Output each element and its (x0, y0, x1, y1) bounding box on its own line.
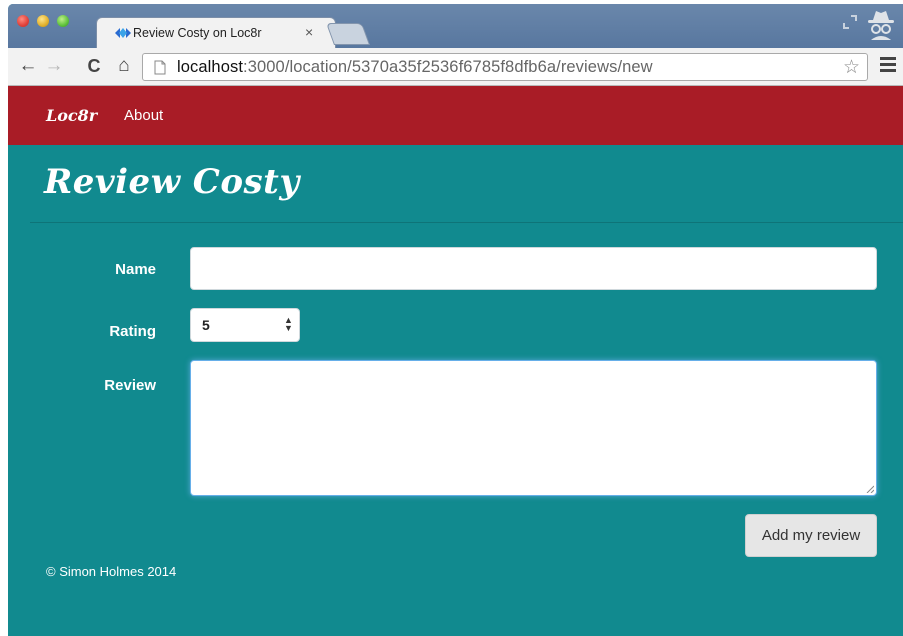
forward-icon[interactable]: → (42, 54, 66, 78)
site-navbar: Loc8r About (8, 86, 903, 145)
url-text: localhost:3000/location/5370a35f2536f678… (177, 58, 653, 77)
review-textarea[interactable] (190, 360, 877, 496)
review-label: Review (104, 377, 156, 394)
name-input[interactable] (190, 247, 877, 290)
rating-label: Rating (109, 323, 156, 340)
url-path: :3000/location/5370a35f2536f6785f8dfb6a/… (243, 58, 653, 76)
rating-selected-value: 5 (202, 317, 210, 333)
bookmark-star-icon[interactable]: ☆ (843, 56, 860, 79)
header-divider (30, 222, 903, 223)
brand-logo-link[interactable]: Loc8r (46, 106, 97, 125)
close-window-button[interactable] (17, 15, 29, 27)
new-tab-button[interactable] (325, 23, 371, 45)
resize-grip-icon[interactable] (866, 485, 874, 493)
fullscreen-icon[interactable] (842, 14, 858, 30)
back-icon[interactable]: ← (16, 54, 40, 78)
browser-window: Review Costy on Loc8r × ← → C ⌂ localhos… (8, 4, 903, 636)
rating-select[interactable]: 5 ▲ ▼ (190, 308, 300, 342)
minimize-window-button[interactable] (37, 15, 49, 27)
tab-favicon-icon (115, 28, 131, 38)
tab-close-icon[interactable]: × (305, 24, 313, 40)
browser-tab-active[interactable]: Review Costy on Loc8r × (96, 17, 336, 48)
address-bar[interactable]: localhost:3000/location/5370a35f2536f678… (142, 53, 868, 81)
add-review-button[interactable]: Add my review (745, 514, 877, 557)
reload-icon[interactable]: C (82, 54, 106, 78)
tab-title: Review Costy on Loc8r (133, 26, 262, 40)
page-title: Review Costy (44, 162, 300, 202)
browser-toolbar: ← → C ⌂ localhost:3000/location/5370a35f… (8, 48, 903, 86)
name-label: Name (115, 261, 156, 278)
home-icon[interactable]: ⌂ (112, 54, 136, 78)
menu-icon[interactable] (880, 57, 896, 73)
url-host: localhost (177, 58, 244, 76)
select-arrows-icon: ▲ ▼ (284, 315, 293, 333)
footer-copyright: © Simon Holmes 2014 (46, 564, 177, 579)
browser-titlebar: Review Costy on Loc8r × (8, 4, 903, 48)
page-icon (154, 60, 166, 75)
nav-about-link[interactable]: About (124, 107, 163, 124)
maximize-window-button[interactable] (57, 15, 69, 27)
incognito-icon (868, 11, 894, 40)
